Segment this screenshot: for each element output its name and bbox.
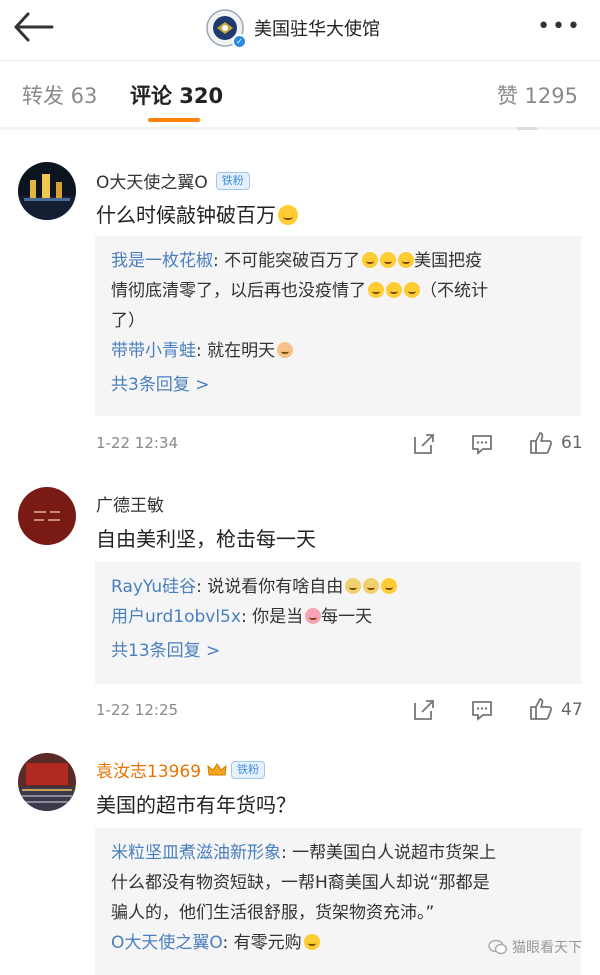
divider-mark bbox=[517, 127, 537, 130]
reply-username[interactable]: O大天使之翼O bbox=[111, 933, 222, 953]
tab-bar: 转发 63 评论 320 赞 1295 bbox=[0, 62, 600, 126]
comment-text: 自由美利坚，枪击每一天 bbox=[96, 527, 316, 551]
like-icon[interactable] bbox=[528, 430, 554, 456]
active-tab-indicator bbox=[148, 118, 200, 122]
username-text[interactable]: 广德王敏 bbox=[96, 491, 164, 516]
view-more-replies-link[interactable]: 共3条回复 > bbox=[111, 368, 565, 402]
crying-emoji-icon bbox=[398, 252, 415, 268]
page-title: 美国驻华大使馆 bbox=[254, 19, 380, 40]
wechat-icon bbox=[488, 939, 508, 955]
like-count: 61 bbox=[561, 433, 583, 453]
top-bar: ✓ 美国驻华大使馆 ••• bbox=[0, 0, 600, 56]
share-icon[interactable] bbox=[412, 432, 436, 456]
like-count: 47 bbox=[561, 700, 583, 720]
avatar[interactable] bbox=[18, 162, 76, 220]
crying-emoji-icon bbox=[380, 252, 397, 268]
comment-username[interactable]: 袁汝志13969 铁粉 bbox=[96, 757, 266, 782]
comment-text: 美国的超市有年货吗？ bbox=[96, 793, 296, 817]
drool-emoji-icon bbox=[278, 205, 298, 225]
reply-text: : 不可能突破百万了 bbox=[213, 251, 361, 271]
crying-emoji-icon bbox=[386, 282, 402, 298]
reply-comment-icon[interactable] bbox=[470, 432, 494, 456]
account-title[interactable]: ✓ 美国驻华大使馆 bbox=[206, 8, 380, 49]
reply-text: 骗人的，他们生活很舒服，货架物资充沛。” bbox=[111, 903, 435, 923]
comment-text: 什么时候敲钟破百万 bbox=[96, 199, 298, 228]
drool-emoji-icon bbox=[303, 934, 320, 950]
like-icon[interactable] bbox=[528, 696, 554, 722]
reply-text: 每一天 bbox=[321, 607, 373, 627]
reply-text: 了） bbox=[111, 311, 145, 331]
crying-emoji-icon bbox=[404, 282, 420, 298]
fan-badge: 铁粉 bbox=[231, 760, 266, 779]
reply-item: 用户urd1obvl5x: 你是当 每一天 bbox=[111, 602, 565, 632]
crown-icon bbox=[207, 762, 227, 775]
header-divider bbox=[0, 60, 600, 61]
username-text[interactable]: 袁汝志13969 bbox=[96, 757, 201, 782]
thumbs-up-emoji-icon bbox=[277, 342, 294, 358]
comment-text-content: 什么时候敲钟破百万 bbox=[96, 203, 276, 227]
reply-username[interactable]: RayYu硅谷 bbox=[111, 577, 196, 597]
reply-username[interactable]: 米粒坚皿煮滋油新形象 bbox=[111, 843, 281, 863]
avatar[interactable] bbox=[18, 753, 76, 811]
reply-text: 情彻底清零了，以后再也没疫情了 bbox=[111, 281, 366, 301]
reply-text: : 就在明天 bbox=[196, 341, 276, 361]
laugh-emoji-icon bbox=[381, 578, 398, 594]
comment-timestamp: 1-22 12:34 bbox=[96, 434, 179, 452]
view-more-replies-link[interactable]: 共13条回复 > bbox=[111, 634, 565, 668]
reply-username[interactable]: 带带小青蛙 bbox=[111, 341, 196, 361]
reply-text: : 你是当 bbox=[240, 607, 304, 627]
reply-username[interactable]: 用户urd1obvl5x bbox=[111, 607, 241, 627]
comment-username[interactable]: 广德王敏 bbox=[96, 491, 164, 516]
reply-username[interactable]: 我是一枚花椒 bbox=[111, 251, 213, 271]
crying-emoji-icon bbox=[368, 282, 384, 298]
watermark: 猫眼看天下 bbox=[488, 937, 582, 957]
reply-box[interactable]: RayYu硅谷: 说说看你有啥自由 用户urd1obvl5x: 你是当 每一天 共… bbox=[95, 562, 581, 684]
reply-item: 带带小青蛙: 就在明天 bbox=[111, 336, 565, 366]
fan-badge: 铁粉 bbox=[215, 171, 250, 190]
reply-item: RayYu硅谷: 说说看你有啥自由 bbox=[111, 572, 565, 602]
cat-emoji-icon bbox=[363, 578, 380, 594]
share-icon[interactable] bbox=[412, 698, 436, 722]
avatar[interactable] bbox=[18, 487, 76, 545]
pig-emoji-icon bbox=[305, 608, 322, 624]
section-divider bbox=[0, 127, 600, 130]
reply-text: 美国把疫 bbox=[414, 251, 483, 271]
verified-icon: ✓ bbox=[232, 34, 247, 49]
reply-comment-icon[interactable] bbox=[470, 698, 494, 722]
reply-text: : 有零元购 bbox=[222, 933, 302, 953]
back-arrow-icon[interactable] bbox=[12, 10, 54, 44]
comment-timestamp: 1-22 12:25 bbox=[96, 701, 179, 719]
comment-username[interactable]: O大天使之翼O 铁粉 bbox=[96, 168, 250, 193]
cat-emoji-icon bbox=[345, 578, 362, 594]
reply-text: （不统计 bbox=[420, 281, 488, 301]
reply-text: : 一帮美国白人说超市货架上 bbox=[281, 843, 497, 863]
embassy-seal-avatar[interactable]: ✓ bbox=[206, 9, 247, 49]
tab-comments[interactable]: 评论 320 bbox=[130, 80, 223, 110]
reply-item: 我是一枚花椒: 不可能突破百万了 美国把疫 情彻底清零了，以后再也没疫情了 （不统计… bbox=[111, 246, 565, 336]
watermark-text: 猫眼看天下 bbox=[512, 940, 582, 956]
tab-repost[interactable]: 转发 63 bbox=[22, 80, 97, 110]
tab-likes[interactable]: 赞 1295 bbox=[497, 80, 578, 110]
reply-text: 什么都没有物资短缺，一帮H裔美国人却说“那都是 bbox=[111, 873, 490, 893]
reply-box[interactable]: 我是一枚花椒: 不可能突破百万了 美国把疫 情彻底清零了，以后再也没疫情了 （不统计… bbox=[95, 236, 581, 416]
username-text[interactable]: O大天使之翼O bbox=[96, 168, 208, 193]
crying-emoji-icon bbox=[362, 252, 379, 268]
reply-item: 米粒坚皿煮滋油新形象: 一帮美国白人说超市货架上 什么都没有物资短缺，一帮H裔美… bbox=[111, 838, 565, 928]
more-options-icon[interactable]: ••• bbox=[537, 14, 582, 39]
reply-text: : 说说看你有啥自由 bbox=[196, 577, 344, 597]
